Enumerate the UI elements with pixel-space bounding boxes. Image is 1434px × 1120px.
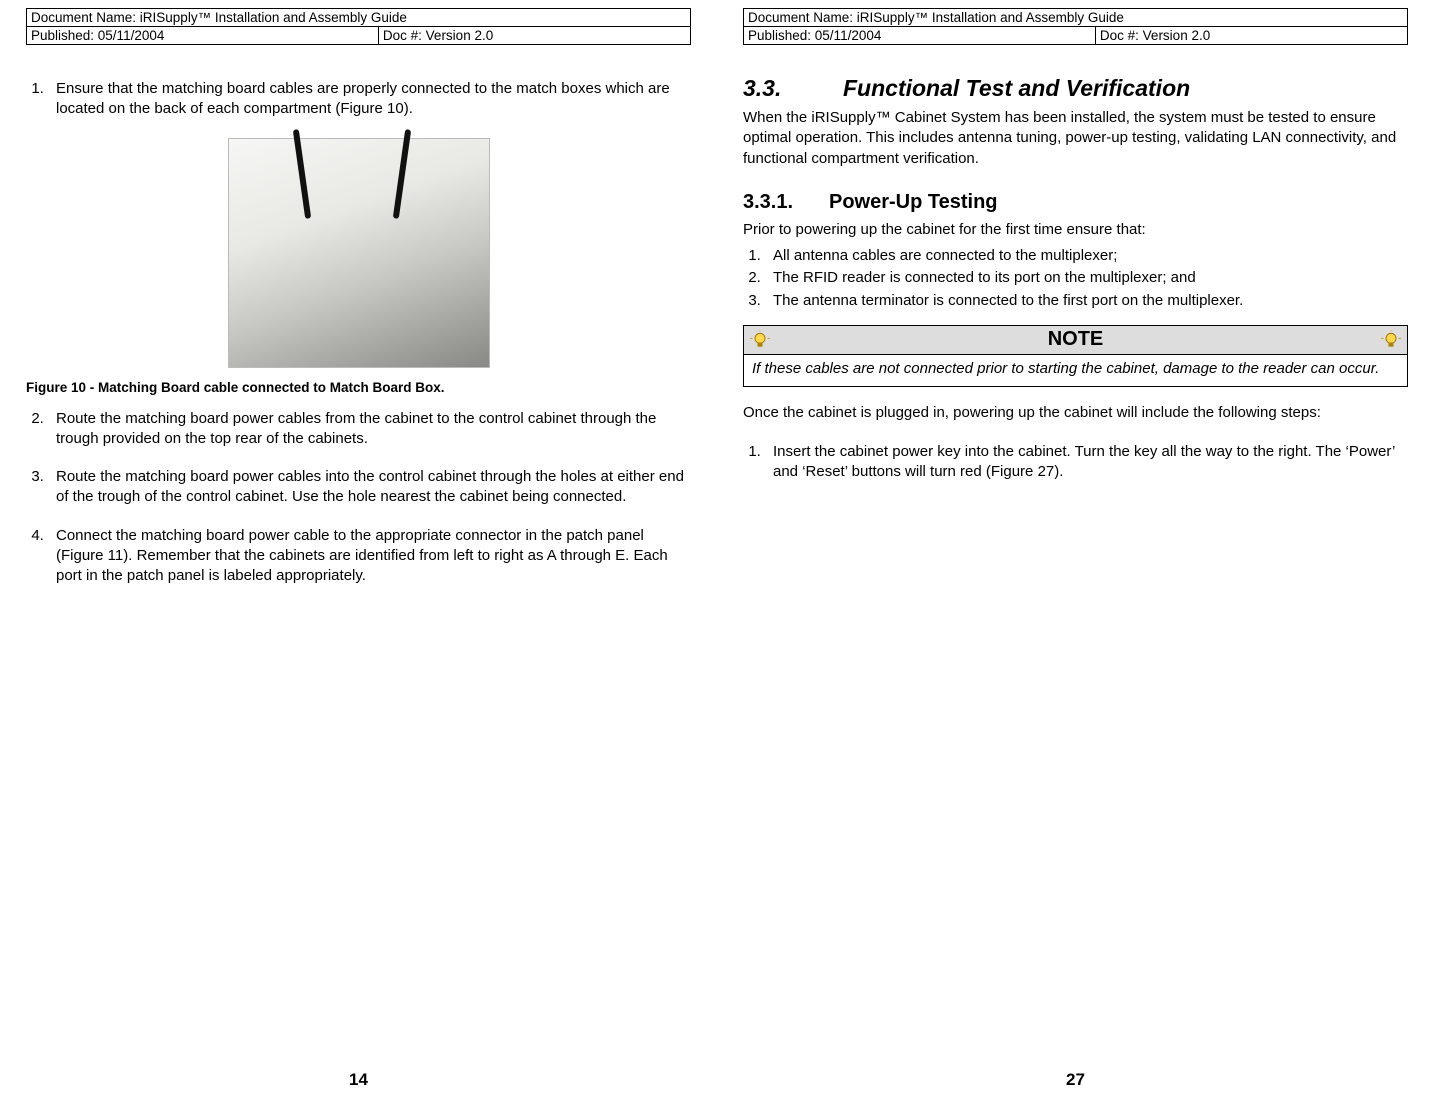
page-number: 27 (743, 1070, 1408, 1120)
note-box: NOTE If these cables are not connected p… (743, 325, 1408, 388)
doc-name-cell: Document Name: iRISupply™ Installation a… (744, 9, 1408, 27)
list-item: The RFID reader is connected to its port… (765, 268, 1408, 288)
list-item: Ensure that the matching board cables ar… (48, 79, 691, 120)
body-paragraph: When the iRISupply™ Cabinet System has b… (743, 108, 1408, 169)
lightbulb-icon (750, 330, 770, 350)
heading-number: 3.3.1. (743, 191, 829, 214)
section-heading-3-3-1: 3.3.1.Power-Up Testing (743, 191, 1408, 214)
section-heading-3-3: 3.3.Functional Test and Verification (743, 75, 1408, 102)
list-item: Connect the matching board power cable t… (48, 526, 691, 587)
list-item: Insert the cabinet power key into the ca… (765, 442, 1408, 483)
heading-title: Power-Up Testing (829, 191, 998, 213)
note-title-row: NOTE (744, 326, 1407, 355)
heading-title: Functional Test and Verification (843, 75, 1190, 101)
left-ordered-list-cont: Route the matching board power cables fr… (26, 409, 691, 587)
step-list: Insert the cabinet power key into the ca… (743, 442, 1408, 483)
body-paragraph: Prior to powering up the cabinet for the… (743, 220, 1408, 240)
figure-10-image (228, 138, 490, 368)
list-item: The antenna terminator is connected to t… (765, 291, 1408, 311)
left-ordered-list: Ensure that the matching board cables ar… (26, 79, 691, 120)
body-paragraph: Once the cabinet is plugged in, powering… (743, 403, 1408, 423)
page-right: Document Name: iRISupply™ Installation a… (717, 0, 1434, 1120)
list-item: Route the matching board power cables fr… (48, 409, 691, 450)
prereq-list: All antenna cables are connected to the … (743, 246, 1408, 311)
list-item: Route the matching board power cables in… (48, 467, 691, 508)
heading-number: 3.3. (743, 75, 843, 102)
right-content: 3.3.Functional Test and Verification Whe… (743, 45, 1408, 1070)
note-title: NOTE (770, 328, 1381, 351)
figure-10-caption: Figure 10 - Matching Board cable connect… (26, 380, 691, 395)
docnum-cell: Doc #: Version 2.0 (378, 27, 690, 45)
published-cell: Published: 05/11/2004 (744, 27, 1096, 45)
published-cell: Published: 05/11/2004 (27, 27, 379, 45)
note-body: If these cables are not connected prior … (744, 355, 1407, 387)
page-number: 14 (26, 1070, 691, 1120)
doc-name-cell: Document Name: iRISupply™ Installation a… (27, 9, 691, 27)
lightbulb-icon (1381, 330, 1401, 350)
list-item: All antenna cables are connected to the … (765, 246, 1408, 266)
left-content: Ensure that the matching board cables ar… (26, 45, 691, 1070)
doc-header-table: Document Name: iRISupply™ Installation a… (26, 8, 691, 45)
docnum-cell: Doc #: Version 2.0 (1095, 27, 1407, 45)
doc-header-table: Document Name: iRISupply™ Installation a… (743, 8, 1408, 45)
page-left: Document Name: iRISupply™ Installation a… (0, 0, 717, 1120)
